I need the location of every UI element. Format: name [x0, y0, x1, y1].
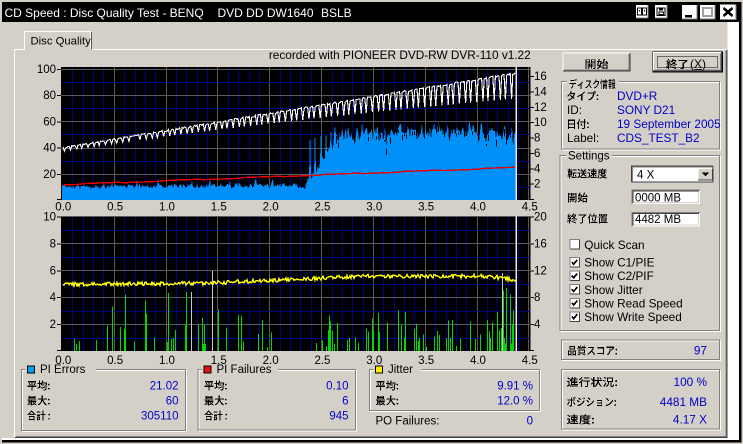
svg-text:4 X: 4 X	[637, 170, 655, 182]
svg-text:4.5: 4.5	[522, 355, 538, 367]
svg-text:2: 2	[534, 179, 540, 191]
svg-text:8: 8	[50, 238, 56, 250]
svg-text:8: 8	[534, 292, 540, 304]
svg-text:20: 20	[534, 212, 547, 224]
svg-text:SONY D21: SONY D21	[617, 103, 675, 117]
svg-text:4481 MB: 4481 MB	[660, 395, 707, 409]
svg-text:4.17 X: 4.17 X	[673, 413, 707, 427]
svg-text:0.10: 0.10	[326, 381, 348, 393]
svg-text:100: 100	[37, 64, 56, 76]
svg-text:97: 97	[694, 344, 707, 358]
svg-text:16: 16	[534, 238, 547, 250]
svg-text:0.5: 0.5	[107, 355, 123, 367]
svg-text:60: 60	[43, 116, 56, 128]
svg-text:6: 6	[534, 148, 540, 160]
svg-text:0: 0	[527, 416, 533, 428]
svg-text:10: 10	[43, 212, 56, 224]
svg-text:20: 20	[43, 169, 56, 181]
svg-text:CD Speed : Disc Quality Test -: CD Speed : Disc Quality Test - BENQ	[5, 6, 204, 20]
svg-text:305110: 305110	[141, 411, 179, 423]
svg-text:Show C2/PIF: Show C2/PIF	[584, 269, 654, 283]
svg-text:1.5: 1.5	[211, 202, 227, 214]
svg-text:Jitter: Jitter	[388, 364, 413, 376]
svg-text:Settings: Settings	[568, 151, 610, 163]
svg-text:12: 12	[534, 265, 547, 277]
svg-text:Disc Quality: Disc Quality	[31, 36, 92, 48]
svg-text:ID:: ID:	[567, 103, 582, 117]
svg-text:recorded with PIONEER DVD-RW: recorded with PIONEER DVD-RW DVR-110 v1.…	[269, 48, 531, 62]
svg-text:19 September 2005: 19 September 2005	[617, 117, 721, 131]
svg-text:2.5: 2.5	[314, 355, 330, 367]
svg-text:1.0: 1.0	[159, 202, 175, 214]
svg-text:8: 8	[534, 133, 540, 145]
svg-text:Show Read Speed: Show Read Speed	[584, 296, 682, 310]
svg-text:80: 80	[43, 90, 56, 102]
svg-text:Show Jitter: Show Jitter	[584, 283, 642, 297]
svg-text:4.0: 4.0	[470, 202, 486, 214]
svg-text:16: 16	[534, 71, 547, 83]
svg-text:Show Write Speed: Show Write Speed	[584, 310, 682, 324]
svg-text:Show C1/PIE: Show C1/PIE	[584, 256, 654, 270]
svg-text:4.0: 4.0	[470, 355, 486, 367]
svg-text:Label:: Label:	[567, 131, 599, 145]
svg-text:3.5: 3.5	[418, 202, 434, 214]
svg-text:945: 945	[329, 411, 348, 423]
svg-text:9.91 %: 9.91 %	[497, 381, 533, 393]
svg-text:3.0: 3.0	[366, 202, 382, 214]
svg-text:12: 12	[534, 102, 547, 114]
svg-text:(X): (X)	[690, 57, 706, 71]
svg-text:60: 60	[166, 396, 179, 408]
svg-text:2.5: 2.5	[314, 202, 330, 214]
svg-text:14: 14	[534, 86, 547, 98]
svg-text:Quick Scan: Quick Scan	[584, 238, 644, 252]
svg-text:PI Failures: PI Failures	[217, 364, 272, 376]
svg-text:1.0: 1.0	[159, 355, 175, 367]
svg-text:40: 40	[43, 143, 56, 155]
svg-text:BSLB: BSLB	[321, 6, 352, 20]
svg-text:10: 10	[534, 117, 547, 129]
svg-text:0.5: 0.5	[107, 202, 123, 214]
svg-text:0000 MB: 0000 MB	[635, 192, 681, 204]
svg-text:4: 4	[534, 319, 541, 331]
svg-text:6: 6	[50, 265, 56, 277]
svg-text:DVD DD DW1640: DVD DD DW1640	[218, 6, 314, 20]
svg-text:0.0: 0.0	[55, 202, 71, 214]
svg-text:4482 MB: 4482 MB	[635, 214, 681, 226]
svg-text:100 %: 100 %	[674, 375, 708, 389]
svg-text:DVD+R: DVD+R	[617, 89, 657, 103]
svg-text:2: 2	[50, 319, 56, 331]
svg-text:4: 4	[534, 163, 541, 175]
svg-text:PI Errors: PI Errors	[40, 364, 86, 376]
svg-text:12.0 %: 12.0 %	[497, 396, 533, 408]
svg-text:6: 6	[342, 396, 348, 408]
svg-text:21.02: 21.02	[150, 381, 179, 393]
svg-text:PO Failures:: PO Failures:	[376, 416, 440, 428]
svg-text:CDS_TEST_B2: CDS_TEST_B2	[617, 131, 700, 145]
svg-text:4: 4	[50, 292, 57, 304]
svg-text:2.0: 2.0	[263, 202, 279, 214]
